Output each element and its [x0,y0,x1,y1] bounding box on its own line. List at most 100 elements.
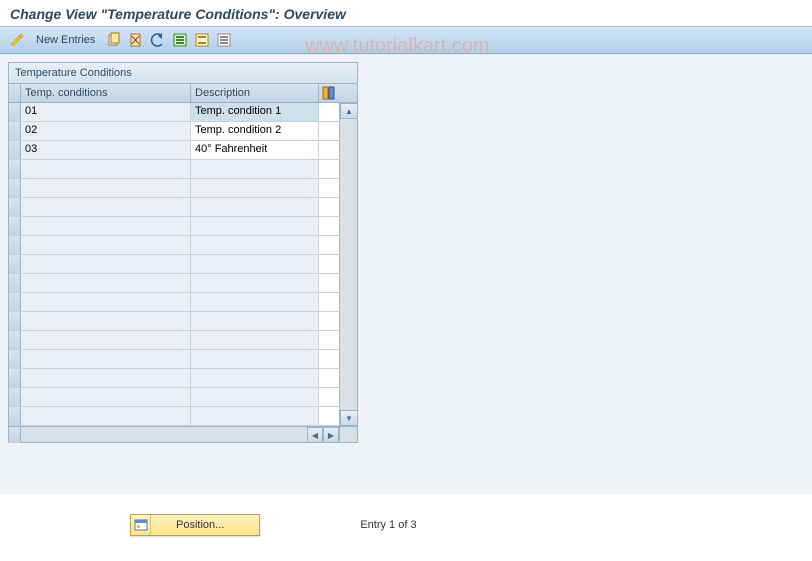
cell-description[interactable] [191,179,319,197]
row-selector[interactable] [9,407,21,425]
cell-description[interactable] [191,388,319,406]
footer: Position... Entry 1 of 3 [0,494,812,536]
table-row[interactable]: 02Temp. condition 2 [9,122,339,141]
cell-description[interactable] [191,236,319,254]
cell-description[interactable] [191,255,319,273]
new-entries-button[interactable]: New Entries [30,32,101,48]
cell-code[interactable]: 02 [21,122,191,140]
row-selector[interactable] [9,103,21,121]
cell-code[interactable] [21,179,191,197]
horizontal-scrollbar[interactable]: ◀ ▶ [9,426,357,442]
cell-description[interactable] [191,217,319,235]
cell-description[interactable] [191,350,319,368]
table-row-empty[interactable] [9,388,339,407]
cell-description[interactable] [191,160,319,178]
scroll-right-button[interactable]: ▶ [323,427,339,443]
row-selector[interactable] [9,350,21,368]
row-selector[interactable] [9,274,21,292]
table-settings-icon[interactable] [319,84,339,102]
select-block-icon[interactable] [193,31,211,49]
cell-code[interactable] [21,388,191,406]
entry-counter: Entry 1 of 3 [360,519,416,531]
cell-description[interactable] [191,312,319,330]
position-button[interactable]: Position... [130,514,260,536]
cell-code[interactable] [21,293,191,311]
row-selector[interactable] [9,217,21,235]
cell-description[interactable]: 40° Fahrenheit [191,141,319,159]
row-selector[interactable] [9,179,21,197]
cell-code[interactable] [21,350,191,368]
table-row-empty[interactable] [9,350,339,369]
row-selector[interactable] [9,369,21,387]
deselect-all-icon[interactable] [215,31,233,49]
table-row-empty[interactable] [9,217,339,236]
cell-code[interactable] [21,369,191,387]
cell-code[interactable] [21,160,191,178]
undo-change-icon[interactable] [149,31,167,49]
table-row-empty[interactable] [9,331,339,350]
column-header-description[interactable]: Description [191,84,319,102]
table-panel: Temperature Conditions Temp. conditions … [8,62,358,443]
row-selector[interactable] [9,198,21,216]
row-selector[interactable] [9,293,21,311]
table-caption: Temperature Conditions [9,63,357,84]
cell-code[interactable] [21,274,191,292]
page-title: Change View "Temperature Conditions": Ov… [10,6,802,22]
select-all-icon[interactable] [171,31,189,49]
cell-code[interactable] [21,236,191,254]
table-rows: 01Temp. condition 102Temp. condition 203… [9,103,339,426]
scroll-track[interactable] [340,119,357,410]
row-selector-header[interactable] [9,84,21,102]
cell-code[interactable] [21,198,191,216]
scroll-up-button[interactable]: ▲ [340,103,358,119]
vertical-scrollbar[interactable]: ▲ ▼ [339,103,357,426]
cell-code[interactable]: 01 [21,103,191,121]
table-row-empty[interactable] [9,179,339,198]
cell-description[interactable]: Temp. condition 2 [191,122,319,140]
row-selector[interactable] [9,160,21,178]
cell-code[interactable] [21,255,191,273]
copy-as-icon[interactable] [105,31,123,49]
toggle-display-change-icon[interactable] [8,31,26,49]
cell-description[interactable]: Temp. condition 1 [191,103,319,121]
row-selector[interactable] [9,122,21,140]
row-selector[interactable] [9,236,21,254]
table-row-empty[interactable] [9,312,339,331]
cell-description[interactable] [191,369,319,387]
cell-description[interactable] [191,293,319,311]
cell-description[interactable] [191,407,319,425]
hscroll-track[interactable] [21,427,307,442]
cell-code[interactable] [21,331,191,349]
cell-description[interactable] [191,331,319,349]
table-row-empty[interactable] [9,293,339,312]
row-selector[interactable] [9,141,21,159]
scroll-corner [339,427,357,442]
cell-code[interactable] [21,312,191,330]
hscroll-corner [9,427,21,443]
scroll-left-button[interactable]: ◀ [307,427,323,443]
table-row-empty[interactable] [9,198,339,217]
position-button-label: Position... [151,519,259,531]
table-row-empty[interactable] [9,160,339,179]
cell-description[interactable] [191,274,319,292]
table-row-empty[interactable] [9,369,339,388]
table-row[interactable]: 0340° Fahrenheit [9,141,339,160]
cell-code[interactable]: 03 [21,141,191,159]
row-selector[interactable] [9,312,21,330]
row-selector[interactable] [9,331,21,349]
content-area: Temperature Conditions Temp. conditions … [0,54,812,494]
scroll-down-button[interactable]: ▼ [340,410,358,426]
table-row-empty[interactable] [9,255,339,274]
table-header-row: Temp. conditions Description [9,84,357,103]
delete-icon[interactable] [127,31,145,49]
table-row-empty[interactable] [9,236,339,255]
row-selector[interactable] [9,255,21,273]
row-selector[interactable] [9,388,21,406]
table-row[interactable]: 01Temp. condition 1 [9,103,339,122]
cell-description[interactable] [191,198,319,216]
column-header-code[interactable]: Temp. conditions [21,84,191,102]
table-row-empty[interactable] [9,274,339,293]
table-row-empty[interactable] [9,407,339,426]
cell-code[interactable] [21,217,191,235]
cell-code[interactable] [21,407,191,425]
